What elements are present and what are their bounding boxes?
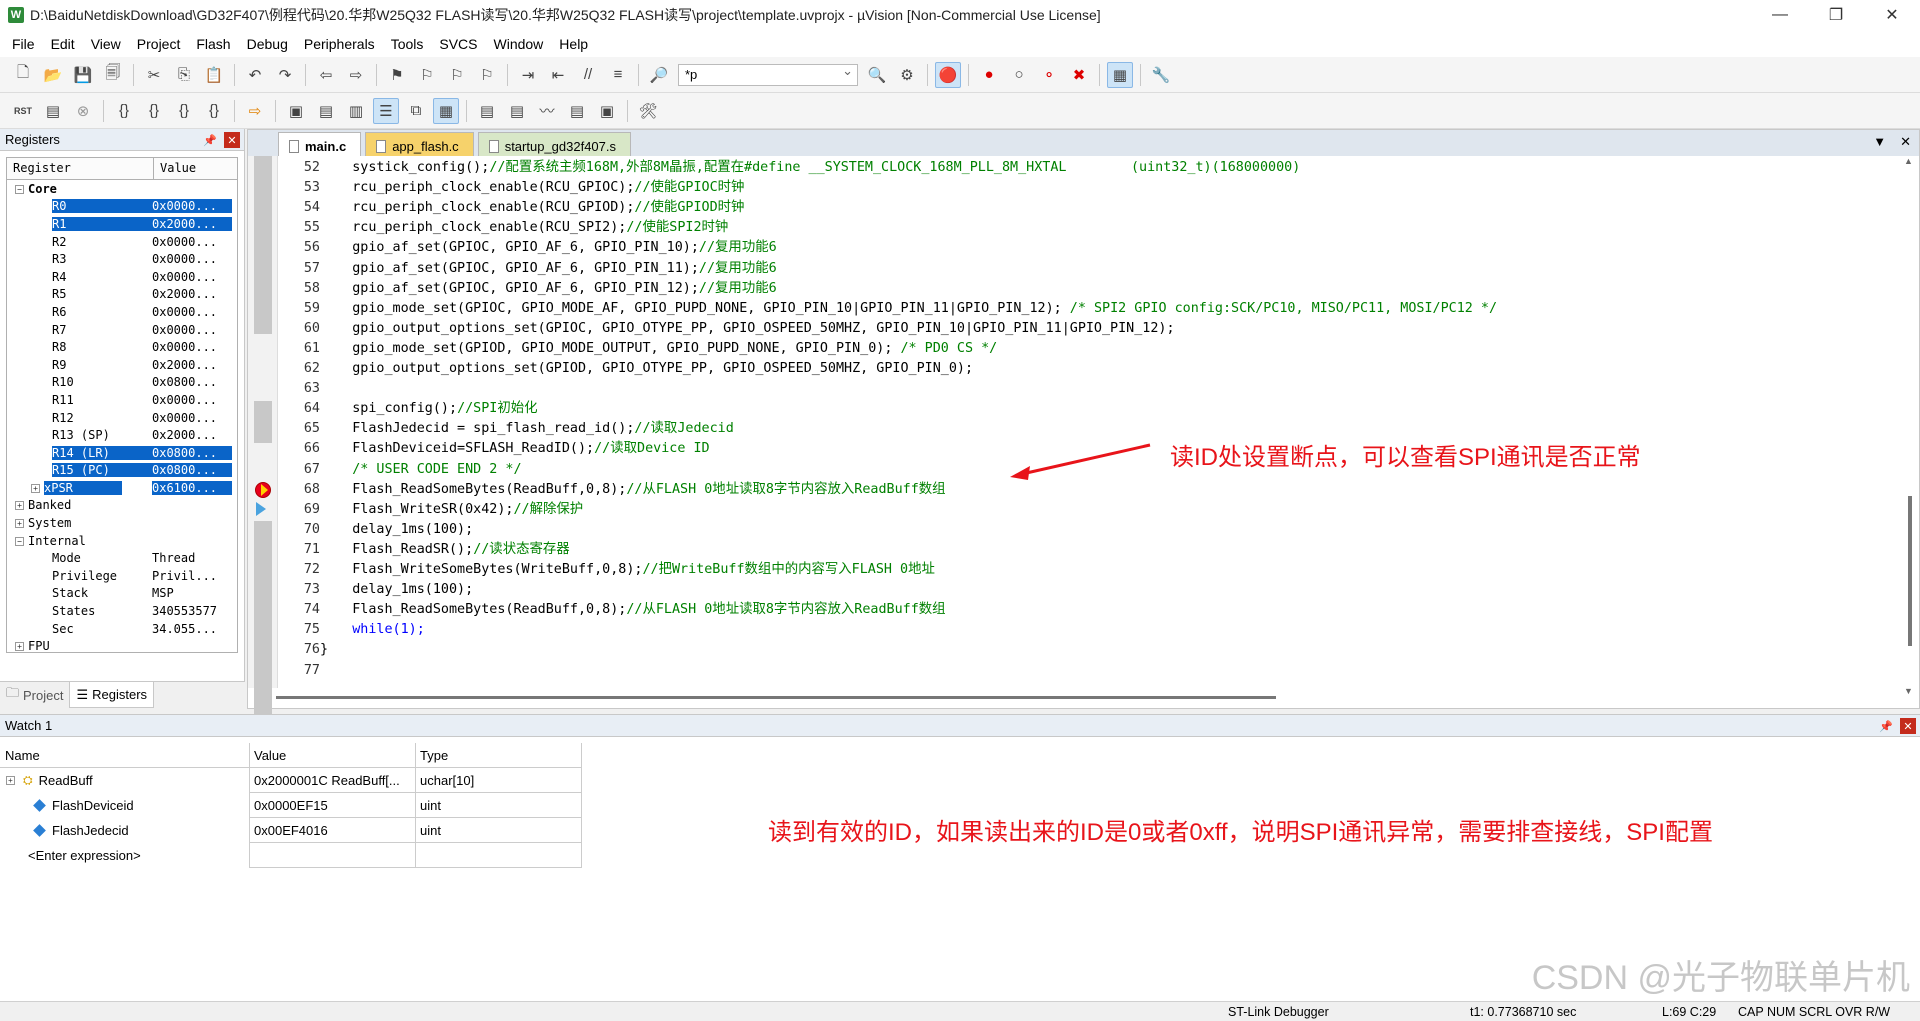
- watch-row[interactable]: <Enter expression>: [0, 843, 582, 868]
- watch-value[interactable]: 0x2000001C ReadBuff[...: [250, 768, 416, 793]
- pin-icon[interactable]: 📌: [1878, 718, 1894, 734]
- breakpoint-annotation: 读ID处设置断点，可以查看SPI通讯是否正常: [1170, 444, 1641, 471]
- cursor-position: L:69 C:29: [1662, 1005, 1717, 1019]
- variable-icon: [33, 824, 46, 837]
- watch-header: Watch 1 📌 ✕: [0, 715, 1920, 737]
- value-column-header[interactable]: Value: [250, 743, 416, 768]
- debugger-status: ST-Link Debugger: [1228, 1005, 1329, 1019]
- enter-expression[interactable]: <Enter expression>: [28, 848, 141, 863]
- watch-annotation: 读到有效的ID，如果读出来的ID是0或者0xff，说明SPI通讯异常，需要排查接…: [768, 819, 1713, 846]
- watch-value[interactable]: 0x0000EF15: [250, 793, 416, 818]
- watch-type: uchar[10]: [416, 768, 582, 793]
- watermark: CSDN @光子物联单片机: [1531, 959, 1910, 997]
- watch-type: [416, 843, 582, 868]
- watch-type: uint: [416, 793, 582, 818]
- array-icon: ⛭: [23, 773, 33, 787]
- status-bar: ST-Link Debugger t1: 0.77368710 sec L:69…: [0, 1001, 1920, 1021]
- keyboard-flags: CAP NUM SCRL OVR R/W: [1738, 1005, 1891, 1019]
- name-column-header[interactable]: Name: [0, 743, 250, 768]
- watch-title: Watch 1: [5, 718, 53, 733]
- watch-value[interactable]: [250, 843, 416, 868]
- close-icon[interactable]: ✕: [1900, 718, 1916, 734]
- watch-row[interactable]: + ⛭ ReadBuff 0x2000001C ReadBuff[... uchar…: [0, 768, 582, 793]
- watch-value[interactable]: 0x00EF4016: [250, 818, 416, 843]
- watch-type: uint: [416, 818, 582, 843]
- watch-header-row: Name Value Type: [0, 743, 582, 768]
- watch-row[interactable]: FlashDeviceid 0x0000EF15 uint: [0, 793, 582, 818]
- time-status: t1: 0.77368710 sec: [1470, 1005, 1577, 1019]
- variable-icon: [33, 799, 46, 812]
- type-column-header[interactable]: Type: [416, 743, 582, 768]
- watch-table: Name Value Type + ⛭ ReadBuff 0x2000001C Re…: [0, 743, 582, 868]
- watch-row[interactable]: FlashJedecid 0x00EF4016 uint: [0, 818, 582, 843]
- expand-icon[interactable]: +: [6, 776, 15, 785]
